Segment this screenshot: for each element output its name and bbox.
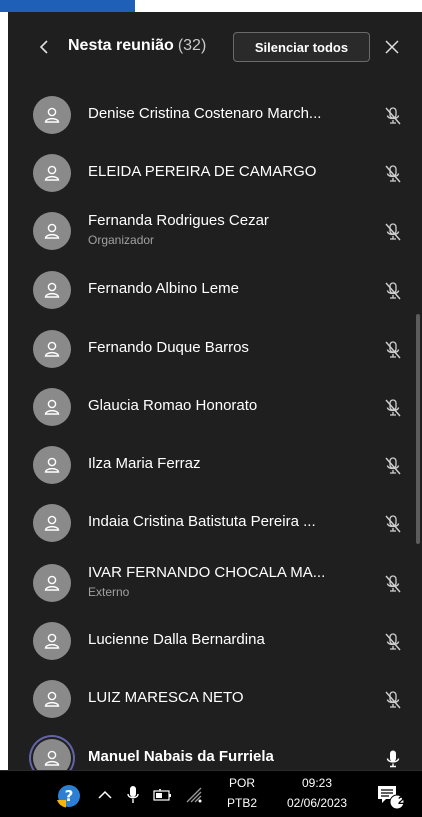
mic-muted-icon bbox=[383, 573, 403, 595]
input-language[interactable]: POR bbox=[222, 776, 262, 790]
participant-name: Fernanda Rodrigues Cezar bbox=[88, 212, 269, 229]
notification-badge: 2 bbox=[397, 795, 405, 807]
close-icon bbox=[385, 40, 399, 54]
participant-name: IVAR FERNANDO CHOCALA MA... bbox=[88, 564, 326, 581]
participant-role: Externo bbox=[88, 585, 130, 599]
person-icon bbox=[44, 575, 60, 591]
participant-name: Indaia Cristina Batistuta Pereira ... bbox=[88, 513, 316, 530]
person-icon bbox=[44, 399, 60, 415]
participant-row[interactable]: Denise Cristina Costenaro March... bbox=[8, 86, 408, 144]
mic-muted-icon bbox=[383, 280, 403, 302]
participant-row[interactable]: Indaia Cristina Batistuta Pereira ... bbox=[8, 494, 408, 552]
mic-muted-icon bbox=[383, 631, 403, 653]
mic-muted-icon bbox=[383, 339, 403, 361]
windows-taskbar: ? POR PTB2 09:23 02/06/2023 2 bbox=[0, 770, 422, 817]
panel-header: Nesta reunião (32) Silenciar todos bbox=[8, 12, 422, 84]
avatar bbox=[33, 739, 71, 770]
participant-row[interactable]: Ilza Maria Ferraz bbox=[8, 436, 408, 494]
mic-muted-icon bbox=[383, 163, 403, 185]
person-icon bbox=[44, 341, 60, 357]
participant-list: Denise Cristina Costenaro March... ELEID… bbox=[8, 84, 422, 770]
participant-name: Manuel Nabais da Furriela bbox=[88, 748, 274, 765]
avatar bbox=[33, 271, 71, 309]
participant-row[interactable]: IVAR FERNANDO CHOCALA MA... Externo bbox=[8, 554, 408, 612]
clock-date[interactable]: 02/06/2023 bbox=[272, 796, 362, 810]
person-icon bbox=[44, 457, 60, 473]
wifi-icon[interactable] bbox=[184, 785, 204, 805]
chevron-left-icon bbox=[39, 40, 48, 54]
battery-icon[interactable] bbox=[152, 786, 174, 804]
window-top-strip bbox=[0, 0, 422, 12]
mic-muted-icon bbox=[383, 397, 403, 419]
participant-row[interactable]: Glaucia Romao Honorato bbox=[8, 378, 408, 436]
mic-muted-icon bbox=[383, 455, 403, 477]
mic-on-icon bbox=[383, 748, 403, 770]
person-icon bbox=[44, 107, 60, 123]
person-icon bbox=[44, 223, 60, 239]
participant-name: Denise Cristina Costenaro March... bbox=[88, 105, 322, 122]
avatar bbox=[33, 388, 71, 426]
avatar bbox=[33, 96, 71, 134]
participant-name: ELEIDA PEREIRA DE CAMARGO bbox=[88, 163, 317, 180]
participant-name: Fernando Albino Leme bbox=[88, 280, 239, 297]
participant-row[interactable]: ELEIDA PEREIRA DE CAMARGO bbox=[8, 144, 408, 202]
participant-row[interactable]: Fernando Albino Leme bbox=[8, 261, 408, 319]
mic-muted-icon bbox=[383, 513, 403, 535]
participant-name: Ilza Maria Ferraz bbox=[88, 455, 201, 472]
person-icon bbox=[44, 750, 60, 766]
avatar bbox=[33, 446, 71, 484]
participant-row[interactable]: Fernanda Rodrigues Cezar Organizador bbox=[8, 202, 408, 260]
participant-name: Fernando Duque Barros bbox=[88, 339, 249, 356]
participant-name: Glaucia Romao Honorato bbox=[88, 397, 258, 414]
avatar bbox=[33, 622, 71, 660]
person-icon bbox=[44, 691, 60, 707]
mute-all-button[interactable]: Silenciar todos bbox=[233, 32, 370, 62]
person-icon bbox=[44, 282, 60, 298]
svg-text:?: ? bbox=[65, 787, 74, 805]
person-icon bbox=[44, 165, 60, 181]
person-icon bbox=[44, 633, 60, 649]
avatar bbox=[33, 680, 71, 718]
participant-name: LUIZ MARESCA NETO bbox=[88, 689, 244, 706]
mic-muted-icon bbox=[383, 221, 403, 243]
participant-row[interactable]: Lucienne Dalla Bernardina bbox=[8, 612, 408, 670]
mic-muted-icon bbox=[383, 105, 403, 127]
back-button[interactable] bbox=[36, 35, 52, 59]
person-icon bbox=[44, 515, 60, 531]
notification-icon[interactable]: 2 bbox=[372, 781, 408, 811]
avatar bbox=[33, 504, 71, 542]
participants-panel: Nesta reunião (32) Silenciar todos Denise… bbox=[8, 12, 422, 770]
mic-muted-icon bbox=[383, 689, 403, 711]
keyboard-layout[interactable]: PTB2 bbox=[222, 796, 262, 810]
panel-title-text: Nesta reunião bbox=[68, 37, 174, 54]
participant-row[interactable]: LUIZ MARESCA NETO bbox=[8, 670, 408, 728]
microphone-icon[interactable] bbox=[125, 784, 141, 806]
participant-row[interactable]: Fernando Duque Barros bbox=[8, 320, 408, 378]
close-button[interactable] bbox=[380, 35, 404, 59]
avatar bbox=[33, 330, 71, 368]
help-icon[interactable]: ? bbox=[56, 783, 82, 809]
clock-time[interactable]: 09:23 bbox=[272, 776, 362, 790]
avatar bbox=[33, 212, 71, 250]
participant-role: Organizador bbox=[88, 233, 155, 247]
participant-count: (32) bbox=[177, 37, 207, 54]
panel-title: Nesta reunião (32) bbox=[68, 37, 206, 55]
top-accent-bar bbox=[0, 0, 135, 12]
scrollbar-thumb[interactable] bbox=[416, 314, 420, 544]
chevron-up-icon[interactable] bbox=[97, 787, 113, 803]
participant-row[interactable]: Manuel Nabais da Furriela bbox=[8, 729, 408, 770]
participant-name: Lucienne Dalla Bernardina bbox=[88, 631, 265, 648]
avatar bbox=[33, 154, 71, 192]
avatar bbox=[33, 564, 71, 602]
